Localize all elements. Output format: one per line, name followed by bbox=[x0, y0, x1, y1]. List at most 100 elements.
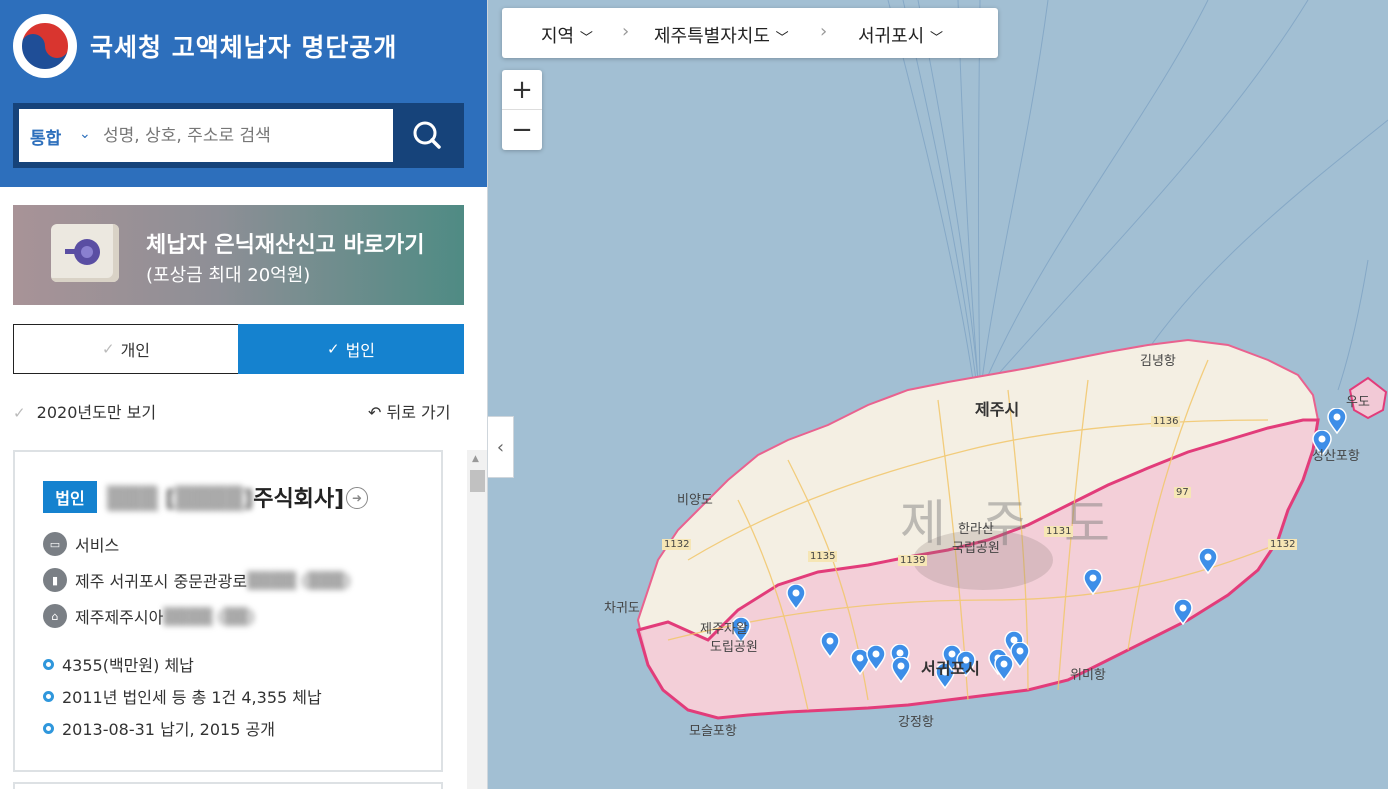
toggle-corporate-label: 법인 bbox=[345, 341, 376, 360]
breadcrumb-city-label: 서귀포시 bbox=[858, 26, 925, 47]
home-address-value: 제주제주시아 bbox=[75, 608, 164, 627]
map-label-gangjeong: 강정항 bbox=[898, 715, 934, 730]
back-button[interactable]: ↶ 뒤로 가기 bbox=[368, 399, 450, 423]
hidden-asset-report-banner[interactable]: 체납자 은닉재산신고 바로가기 (포상금 최대 20억원) bbox=[13, 205, 464, 305]
map-label-udo: 우도 bbox=[1346, 395, 1370, 410]
home-address-row: ⌂ 제주제주시아 ▒▒▒▒ (▒▒) bbox=[43, 604, 255, 628]
header: 국세청 고액체납자 명단공개 통합 ⌄ bbox=[0, 0, 487, 187]
taxpayer-name-redacted: ▒▒▒ [▒▒▒▒] bbox=[107, 487, 254, 512]
arrow-right-circle-icon[interactable]: ➜ bbox=[346, 487, 368, 509]
map-label-forest2: 도립공원 bbox=[710, 640, 758, 655]
industry-row: ▭ 서비스 bbox=[43, 532, 119, 556]
home-icon: ⌂ bbox=[43, 604, 67, 628]
map-marker-icon[interactable] bbox=[1010, 642, 1030, 668]
chevron-down-icon: ﹀ bbox=[579, 31, 593, 46]
search-field-wrapper: 통합 ⌄ bbox=[19, 109, 393, 162]
breadcrumb-city-select[interactable]: 서귀포시 ﹀ bbox=[858, 22, 943, 48]
back-label: 뒤로 가기 bbox=[386, 403, 451, 422]
region-breadcrumb: 지역 ﹀ › 제주특별자치도 ﹀ › 서귀포시 ﹀ bbox=[502, 8, 998, 58]
dates-value: 2013-08-31 납기, 2015 공개 bbox=[62, 720, 275, 739]
taegeuk-logo-icon[interactable] bbox=[13, 14, 77, 78]
breadcrumb-province-label: 제주특별자치도 bbox=[654, 26, 770, 47]
search-button[interactable] bbox=[398, 110, 458, 162]
tax-detail-value: 2011년 법인세 등 총 1건 4,355 체납 bbox=[62, 688, 322, 707]
search-box: 통합 ⌄ bbox=[13, 103, 464, 168]
taxpayer-name-suffix: 주식회사] bbox=[253, 487, 345, 512]
sidebar-collapse-button[interactable]: ‹ bbox=[488, 416, 514, 478]
sidebar: 국세청 고액체납자 명단공개 통합 ⌄ 성명, 상호, 주소로 검색 체납자 은… bbox=[0, 0, 488, 789]
corporate-badge: 법인 bbox=[43, 481, 97, 513]
zoom-out-button[interactable]: − bbox=[502, 110, 542, 150]
chevron-right-icon: › bbox=[622, 21, 630, 42]
banner-title: 체납자 은닉재산신고 바로가기 bbox=[146, 233, 425, 258]
map-label-biyangdo: 비양도 bbox=[677, 493, 713, 508]
bullet-icon bbox=[43, 690, 54, 702]
taxpayer-name: ▒▒▒ [▒▒▒▒]주식회사] bbox=[107, 481, 344, 513]
route-1135: 1135 bbox=[808, 551, 838, 562]
route-97: 97 bbox=[1174, 487, 1191, 498]
amount-value: 4355(백만원) 체납 bbox=[62, 656, 194, 675]
bullet-icon bbox=[43, 722, 54, 734]
map-marker-icon[interactable] bbox=[891, 657, 911, 683]
check-icon: ✓ bbox=[13, 404, 26, 422]
route-1131: 1131 bbox=[1044, 526, 1074, 537]
chevron-down-icon[interactable]: ⌄ bbox=[79, 126, 91, 142]
scroll-thumb[interactable] bbox=[470, 470, 485, 492]
chevron-left-icon: ‹ bbox=[496, 436, 505, 458]
undo-icon: ↶ bbox=[368, 403, 382, 422]
chevron-down-icon: ﹀ bbox=[775, 31, 789, 46]
breadcrumb-region-label: 지역 bbox=[541, 26, 575, 47]
zoom-in-button[interactable]: + bbox=[502, 70, 542, 110]
taxpayer-type-toggle: ✓ 개인 ✓ 법인 bbox=[13, 324, 464, 374]
banner-subtitle: (포상금 최대 20억원) bbox=[146, 265, 311, 286]
toggle-corporate-button[interactable]: ✓ 법인 bbox=[238, 324, 464, 374]
sidebar-scrollbar[interactable]: ▲ bbox=[467, 450, 487, 789]
map-marker-icon[interactable] bbox=[866, 645, 886, 671]
check-icon: ✓ bbox=[326, 340, 340, 358]
map-label-wimi: 위미항 bbox=[1070, 668, 1106, 683]
route-1136: 1136 bbox=[1151, 416, 1181, 427]
taxpayer-card[interactable]: 법인 ▒▒▒ [▒▒▒▒]주식회사] ➜ ▭ 서비스 ▮ 제주 서귀포시 중문관… bbox=[13, 450, 443, 772]
chevron-right-icon: › bbox=[820, 21, 828, 42]
map-label-hallasan: 한라산 bbox=[958, 522, 994, 537]
route-1139: 1139 bbox=[898, 555, 928, 566]
breadcrumb-region-select[interactable]: 지역 ﹀ bbox=[541, 22, 593, 48]
filter-2020-label: 2020년도만 보기 bbox=[36, 403, 157, 422]
toggle-personal-button[interactable]: ✓ 개인 bbox=[13, 324, 239, 374]
app-title[interactable]: 국세청 고액체납자 명단공개 bbox=[90, 28, 397, 64]
map-label-jeju-do: 제주도 bbox=[900, 495, 1146, 553]
chevron-down-icon: ﹀ bbox=[929, 31, 943, 46]
search-icon bbox=[413, 121, 441, 149]
amount-row: 4355(백만원) 체납 bbox=[43, 652, 194, 676]
safe-icon bbox=[51, 224, 119, 282]
breadcrumb-province-select[interactable]: 제주특별자치도 ﹀ bbox=[654, 22, 789, 48]
home-address-redacted: ▒▒▒▒ (▒▒) bbox=[163, 606, 255, 626]
map-label-gimnyeong: 김녕항 bbox=[1140, 354, 1176, 369]
map-label-seongsanpo: 성산포항 bbox=[1312, 449, 1360, 464]
map-label-forest: 제주자왈 bbox=[700, 622, 748, 637]
map-label-national-park: 국립공원 bbox=[952, 541, 1000, 556]
route-1132-west: 1132 bbox=[662, 539, 692, 550]
map-marker-icon[interactable] bbox=[1083, 569, 1103, 595]
filter-2020-only-checkbox[interactable]: ✓ 2020년도만 보기 bbox=[13, 399, 156, 423]
map-label-moseulpo: 모슬포항 bbox=[689, 724, 737, 739]
route-1132-east: 1132 bbox=[1268, 539, 1298, 550]
briefcase-icon: ▭ bbox=[43, 532, 67, 556]
map-marker-icon[interactable] bbox=[820, 632, 840, 658]
map-marker-icon[interactable] bbox=[786, 584, 806, 610]
search-input[interactable] bbox=[103, 119, 388, 153]
tax-detail-row: 2011년 법인세 등 총 1건 4,355 체납 bbox=[43, 684, 322, 708]
scroll-up-icon[interactable]: ▲ bbox=[472, 454, 479, 464]
address-value: 제주 서귀포시 중문관광로 bbox=[75, 572, 248, 591]
taxpayer-card-next[interactable] bbox=[13, 782, 443, 789]
map-label-chagwido: 차귀도 bbox=[604, 601, 640, 616]
map-marker-icon[interactable] bbox=[1173, 599, 1193, 625]
map-label-seogwipo-si: 서귀포시 bbox=[921, 659, 980, 678]
bullet-icon bbox=[43, 658, 54, 670]
map-marker-icon[interactable] bbox=[1198, 548, 1218, 574]
search-scope-select[interactable]: 통합 bbox=[30, 124, 61, 149]
building-icon: ▮ bbox=[43, 568, 67, 592]
address-row: ▮ 제주 서귀포시 중문관광로 ▒▒▒▒ (▒▒▒) bbox=[43, 568, 351, 592]
address-redacted: ▒▒▒▒ (▒▒▒) bbox=[247, 570, 351, 590]
app-root: 제주시 서귀포시 제주도 한라산 국립공원 김녕항 우도 성산포항 비양도 차귀… bbox=[0, 0, 1388, 789]
